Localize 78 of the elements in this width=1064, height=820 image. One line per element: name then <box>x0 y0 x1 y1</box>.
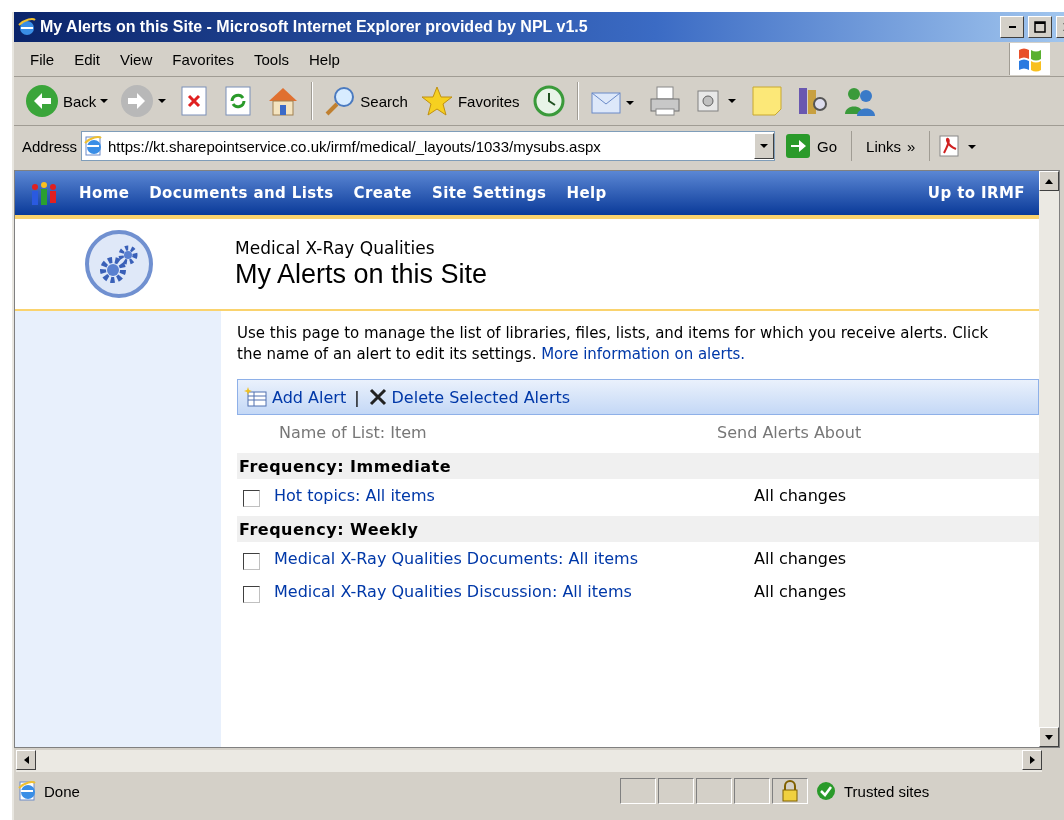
menu-item[interactable]: View <box>110 50 163 68</box>
padlock-icon <box>781 780 799 802</box>
nav-link[interactable]: Help <box>566 184 607 202</box>
alert-type: All changes <box>754 582 847 601</box>
search-icon <box>324 85 357 117</box>
alert-link[interactable]: Hot topics: All items <box>274 486 754 505</box>
nav-link[interactable]: Up to IRMF <box>927 184 1025 202</box>
star-icon <box>419 85 454 117</box>
favorites-button[interactable]: Favorites <box>416 83 523 119</box>
nav-link[interactable]: Documents and Lists <box>149 184 334 202</box>
people-icon <box>29 179 59 207</box>
alert-link[interactable]: Medical X-Ray Qualities Documents: All items <box>274 549 754 568</box>
scroll-down-button[interactable] <box>1039 727 1059 747</box>
maximize-button[interactable] <box>1028 16 1052 38</box>
down-arrow-icon <box>1045 734 1053 740</box>
search-button[interactable]: Search <box>321 83 411 119</box>
add-alert-link[interactable]: Add Alert <box>244 386 347 408</box>
gears-icon <box>85 230 153 298</box>
vertical-scrollbar[interactable] <box>1039 171 1059 747</box>
more-info-link[interactable]: More information on alerts. <box>541 345 746 363</box>
security-zone: Trusted sites <box>844 782 930 800</box>
group-header: Frequency: Immediate <box>237 453 1039 479</box>
alert-link[interactable]: Medical X-Ray Qualities Discussion: All items <box>274 582 754 601</box>
alert-type: All changes <box>754 486 847 505</box>
checkbox[interactable] <box>243 553 260 570</box>
column-header: Name of List: Item <box>278 422 428 442</box>
scroll-left-button[interactable] <box>16 750 36 770</box>
left-arrow-icon <box>23 756 29 764</box>
page-icon <box>18 781 38 801</box>
right-arrow-icon <box>1029 756 1035 764</box>
checkbox[interactable] <box>243 490 260 507</box>
menu-item[interactable]: Favorites <box>162 50 244 68</box>
column-header: Send Alerts About <box>717 422 862 442</box>
minimize-button[interactable] <box>1000 16 1024 38</box>
scroll-up-button[interactable] <box>1039 171 1059 191</box>
page-title: My Alerts on this Site <box>235 258 488 290</box>
browser-icon <box>18 18 36 36</box>
minimize-icon <box>1008 26 1016 28</box>
go-button[interactable]: Go <box>779 133 844 159</box>
group-header: Frequency: Weekly <box>237 516 1039 542</box>
links-button[interactable]: Links » <box>860 137 922 155</box>
status-pane <box>620 778 656 804</box>
pdf-icon[interactable] <box>938 133 979 159</box>
horizontal-scrollbar[interactable] <box>16 750 1042 772</box>
clock-icon <box>531 84 566 118</box>
separator: | <box>354 387 360 407</box>
back-button[interactable]: Back <box>22 82 112 120</box>
checkbox[interactable] <box>243 586 260 603</box>
caret-icon <box>100 99 109 103</box>
status-pane <box>696 778 732 804</box>
up-arrow-icon <box>1045 178 1053 184</box>
nav-link[interactable]: Home <box>79 184 130 202</box>
printer-icon <box>647 85 682 117</box>
x-icon <box>367 387 388 407</box>
window-title: My Alerts on this Site - Microsoft Internet Explorer provided by NPL v1.5 <box>40 18 589 36</box>
delete-link[interactable]: Delete Selected Alerts <box>367 387 571 407</box>
menu-item[interactable]: Edit <box>64 50 111 68</box>
status-text: Done <box>44 782 80 800</box>
caret-icon <box>760 144 769 148</box>
menu-item[interactable]: Help <box>299 50 350 68</box>
address-field[interactable]: https://kt.sharepointservice.co.uk/irmf/medical/_layouts/1033/mysubs.aspx <box>81 131 776 161</box>
status-pane <box>734 778 770 804</box>
nav-link[interactable]: Create <box>353 184 412 202</box>
dropdown-button[interactable] <box>754 133 775 159</box>
menu-item[interactable]: File <box>20 50 65 68</box>
intro-text: Use this page to manage the list of libraries, files, lists, and items for which you receive alerts. Click the name of an alert to edit its settings. More information on alerts. <box>237 323 990 365</box>
menu-item[interactable]: Tools <box>243 50 299 68</box>
maximize-icon <box>1034 21 1046 33</box>
address-label: Address <box>22 137 78 155</box>
status-pane <box>658 778 694 804</box>
scroll-right-button[interactable] <box>1022 750 1042 770</box>
table-icon <box>244 386 268 408</box>
nav-link[interactable]: Site Settings <box>431 184 547 202</box>
site-name: Medical X-Ray Qualities <box>235 238 436 258</box>
checkmark-icon <box>816 781 836 801</box>
sticky-note-icon <box>749 84 784 118</box>
caret-icon <box>158 99 167 103</box>
alert-type: All changes <box>754 549 847 568</box>
